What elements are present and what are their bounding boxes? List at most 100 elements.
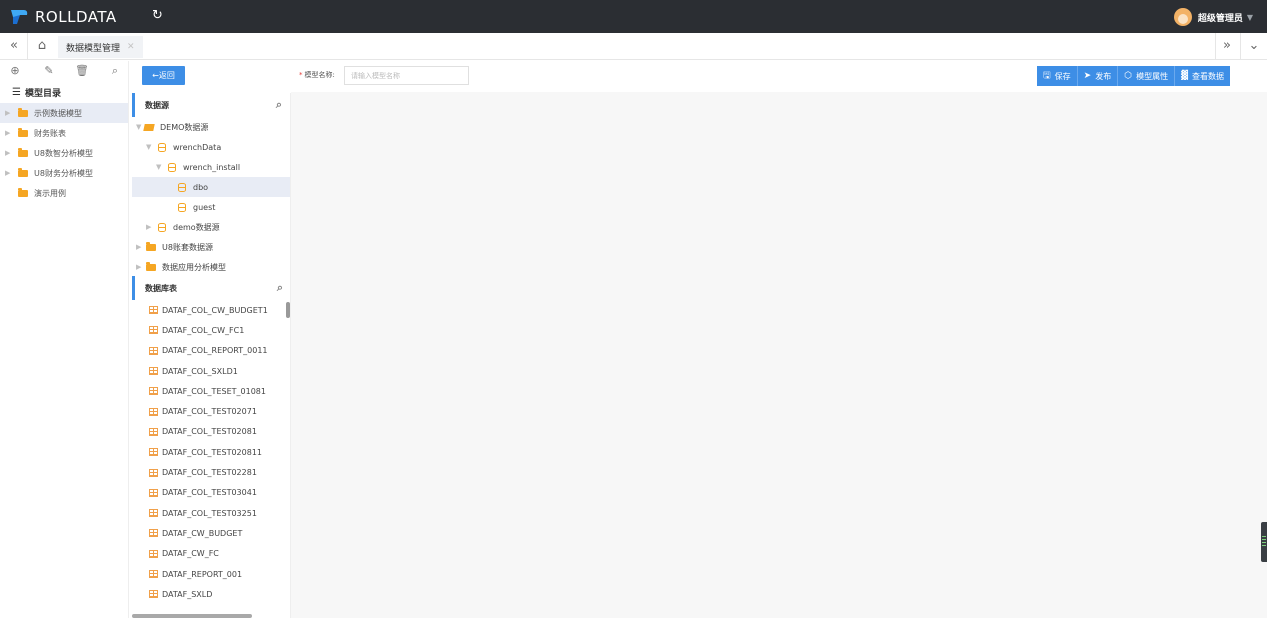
table-item[interactable]: DATAF_REPORT_001 <box>132 564 291 584</box>
model-directory-sidebar: ⊕ ✎ 🗑 ⌕ ☰ 模型目录 ▶ 示例数据模型 ▶ 财务账表 ▶ U8数智分析模型 ▶ U8财… <box>0 61 129 618</box>
caret-down-icon[interactable]: ▼ <box>146 143 154 151</box>
table-icon <box>149 488 158 497</box>
table-item[interactable]: DATAF_COL_CW_BUDGET1 <box>132 300 291 320</box>
side-drawer-handle[interactable] <box>1261 522 1267 562</box>
avatar <box>1173 8 1192 26</box>
table-item[interactable]: DATAF_COL_TEST02281 <box>132 462 291 482</box>
collapse-left-icon[interactable]: « <box>6 38 22 54</box>
table-icon <box>149 387 158 396</box>
table-item[interactable]: DATAF_SXLD <box>132 584 291 604</box>
search-icon[interactable]: ⌕ <box>277 281 283 295</box>
sidebar-item[interactable]: ▶ U8数智分析模型 <box>0 143 128 163</box>
table-item[interactable]: DATAF_COL_TESET_01081 <box>132 381 291 401</box>
tree-node[interactable]: ▶ U8账套数据源 <box>132 237 290 257</box>
delete-icon[interactable]: 🗑 <box>75 64 89 78</box>
top-bar: ROLLDATA ↻ 超级管理员 ▼ <box>0 0 1267 33</box>
table-item[interactable]: DATAF_CW_BUDGET <box>132 523 291 543</box>
view-data-button[interactable]: ▓ 查看数据 <box>1174 66 1230 86</box>
table-list: DATAF_COL_CW_BUDGET1 DATAF_COL_CW_FC1 DATA… <box>132 300 291 612</box>
table-item[interactable]: DATAF_COL_CW_FC1 <box>132 320 291 340</box>
table-item[interactable]: DATAF_COL_TEST03041 <box>132 483 291 503</box>
table-icon <box>149 570 158 578</box>
tree-node-label: demo数据源 <box>173 222 220 232</box>
database-icon <box>168 162 176 172</box>
sidebar-item-label: U8财务分析模型 <box>34 168 93 178</box>
tree-node[interactable]: ▶ 数据应用分析模型 <box>132 257 290 277</box>
datasource-tree: ▼ DEMO数据源 ▼ wrenchData ▼ wrench_install dbo gue… <box>132 117 290 277</box>
tree-node-label: wrenchData <box>173 142 222 152</box>
table-item-label: DATAF_COL_TEST03251 <box>162 508 257 518</box>
model-name-label-text: 模型名称: <box>304 71 335 79</box>
table-icon <box>149 367 158 376</box>
tree-node[interactable]: ▼ wrench_install <box>132 157 290 177</box>
home-icon[interactable]: ⌂ <box>34 38 50 54</box>
search-icon[interactable]: ⌕ <box>108 64 122 78</box>
tree-node[interactable]: ▼ wrenchData <box>132 137 290 157</box>
logo[interactable]: ROLLDATA <box>9 6 117 27</box>
table-icon <box>149 448 158 457</box>
table-item[interactable]: DATAF_COL_TEST02071 <box>132 401 291 421</box>
add-icon[interactable]: ⊕ <box>8 64 22 78</box>
table-item-label: DATAF_REPORT_001 <box>162 569 243 579</box>
table-item-label: DATAF_COL_TEST020811 <box>162 447 262 457</box>
sidebar-item[interactable]: ▶ U8财务分析模型 <box>0 163 128 183</box>
datasource-title: 数据源 <box>145 100 169 110</box>
table-item[interactable]: DATAF_COL_TEST03251 <box>132 503 291 523</box>
model-canvas[interactable] <box>291 92 1267 618</box>
user-menu[interactable]: 超级管理员 ▼ <box>1173 7 1253 27</box>
scroll-right-icon[interactable]: » <box>1219 38 1235 54</box>
tables-header: 数据库表 ⌕ <box>132 276 291 300</box>
caret-right-icon[interactable]: ▶ <box>5 169 13 177</box>
table-item[interactable]: DATAF_COL_REPORT_0011 <box>132 341 291 361</box>
back-button[interactable]: ← 返回 <box>142 66 185 85</box>
tree-node[interactable]: ▶ demo数据源 <box>132 217 290 237</box>
tree-node-label: guest <box>193 202 216 212</box>
refresh-icon[interactable]: ↻ <box>152 9 166 23</box>
table-item[interactable]: DATAF_CW_FC <box>132 544 291 564</box>
caret-right-icon[interactable]: ▶ <box>146 223 154 231</box>
tree-node[interactable]: guest <box>132 197 290 217</box>
model-name-input[interactable]: 请输入模型名称 <box>344 66 469 85</box>
model-properties-button[interactable]: ⬡ 模型属性 <box>1117 66 1175 86</box>
close-icon[interactable]: ✕ <box>127 42 135 52</box>
sidebar-item-label: 演示用例 <box>34 188 66 198</box>
caret-right-icon[interactable]: ▶ <box>136 243 144 251</box>
table-item[interactable]: DATAF_COL_SXLD1 <box>132 361 291 381</box>
menu-icon: ☰ <box>12 86 21 98</box>
props-label: 模型属性 <box>1136 71 1169 81</box>
vertical-scrollbar[interactable] <box>286 302 290 318</box>
tree-node[interactable]: dbo <box>132 177 290 197</box>
sidebar-item[interactable]: 演示用例 <box>0 183 128 203</box>
tree-node[interactable]: ▼ DEMO数据源 <box>132 117 290 137</box>
sidebar-item[interactable]: ▶ 示例数据模型 <box>0 103 128 123</box>
caret-down-icon[interactable]: ▼ <box>156 163 164 171</box>
horizontal-scrollbar[interactable] <box>132 614 252 618</box>
tab-label: 数据模型管理 <box>66 43 121 54</box>
table-item-label: DATAF_COL_TEST02081 <box>162 427 257 437</box>
table-item[interactable]: DATAF_COL_TEST020811 <box>132 442 291 462</box>
table-item-label: DATAF_CW_FC <box>162 549 219 559</box>
caret-right-icon[interactable]: ▶ <box>5 149 13 157</box>
search-icon[interactable]: ⌕ <box>276 98 282 112</box>
folder-icon <box>18 187 28 197</box>
sidebar-item[interactable]: ▶ 财务账表 <box>0 123 128 143</box>
folder-icon <box>146 241 156 251</box>
edit-icon[interactable]: ✎ <box>42 64 56 78</box>
action-buttons: 🖫 保存 ➤ 发布 ⬡ 模型属性 ▓ 查看数据 <box>1037 66 1230 86</box>
save-button[interactable]: 🖫 保存 <box>1037 66 1077 86</box>
caret-right-icon[interactable]: ▶ <box>5 109 13 117</box>
chevron-down-icon[interactable]: ⌄ <box>1246 38 1262 54</box>
caret-right-icon[interactable]: ▶ <box>136 263 144 271</box>
caret-right-icon[interactable]: ▶ <box>5 129 13 137</box>
tree-node-label: DEMO数据源 <box>160 122 209 132</box>
table-item-label: DATAF_COL_TEST02071 <box>162 407 257 417</box>
table-item[interactable]: DATAF_COL_TEST02081 <box>132 422 291 442</box>
table-item-label: DATAF_CW_BUDGET <box>162 528 243 538</box>
table-item-label: DATAF_COL_CW_BUDGET1 <box>162 305 268 315</box>
tab-data-model-management[interactable]: 数据模型管理 ✕ <box>58 36 143 58</box>
tree-node-label: wrench_install <box>183 162 241 172</box>
tab-bar: « ⌂ 数据模型管理 ✕ » ⌄ <box>0 33 1267 60</box>
publish-button[interactable]: ➤ 发布 <box>1076 66 1118 86</box>
sidebar-item-label: 财务账表 <box>34 128 66 138</box>
folder-icon <box>18 167 28 177</box>
